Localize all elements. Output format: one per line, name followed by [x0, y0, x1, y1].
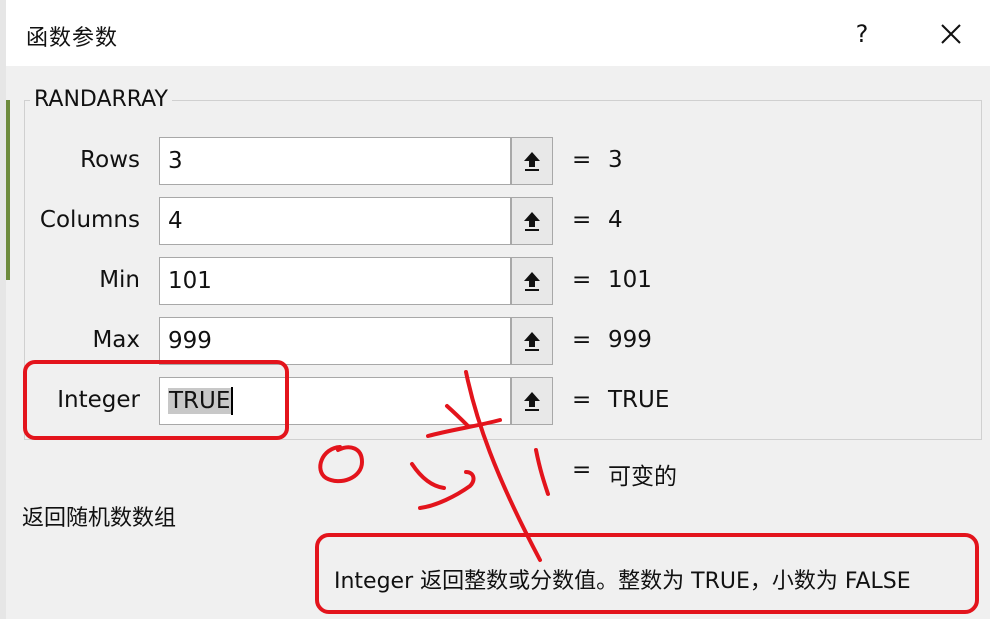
min-input[interactable]: 101: [159, 257, 511, 305]
min-input-value: 101: [168, 268, 212, 294]
function-description: 返回随机数数组: [22, 506, 177, 531]
columns-result: 4: [608, 207, 623, 233]
columns-input-value: 4: [168, 208, 183, 234]
rows-collapse-button[interactable]: [511, 137, 553, 185]
collapse-arrow-icon: [524, 272, 540, 291]
collapse-arrow-icon: [524, 212, 540, 231]
collapse-arrow-icon: [524, 392, 540, 411]
collapse-arrow-icon: [524, 332, 540, 351]
dialog-title: 函数参数: [26, 26, 119, 51]
rows-result: 3: [608, 147, 623, 173]
argument-help-text: Integer 返回整数或分数值。整数为 TRUE，小数为 FALSE: [334, 569, 911, 594]
columns-collapse-button[interactable]: [511, 197, 553, 245]
function-name: RANDARRAY: [30, 87, 172, 112]
rows-input[interactable]: 3: [159, 137, 511, 185]
columns-equals: =: [572, 207, 592, 233]
close-icon: [941, 24, 961, 44]
arg-label-rows: Rows: [80, 147, 140, 173]
integer-collapse-button[interactable]: [511, 377, 553, 425]
formula-result: 可变的: [608, 464, 677, 490]
arg-label-min: Min: [99, 267, 140, 293]
title-bar: 函数参数 ?: [6, 0, 990, 66]
min-collapse-button[interactable]: [511, 257, 553, 305]
integer-result: TRUE: [608, 387, 670, 413]
max-input[interactable]: 999: [159, 317, 511, 365]
integer-input[interactable]: TRUE: [159, 377, 511, 425]
max-input-value: 999: [168, 328, 212, 354]
integer-equals: =: [572, 387, 592, 413]
close-button[interactable]: [928, 14, 974, 54]
arg-label-columns: Columns: [39, 207, 140, 233]
arg-label-max: Max: [92, 327, 140, 353]
formula-result-equals: =: [572, 457, 592, 483]
min-equals: =: [572, 267, 592, 293]
rows-input-value: 3: [168, 148, 183, 174]
text-caret: [231, 387, 234, 415]
rows-equals: =: [572, 147, 592, 173]
max-equals: =: [572, 327, 592, 353]
function-arguments-dialog: 函数参数 ? RANDARRAY Rows 3 = 3 Columns 4 = …: [0, 0, 990, 619]
max-collapse-button[interactable]: [511, 317, 553, 365]
columns-input[interactable]: 4: [159, 197, 511, 245]
min-result: 101: [608, 267, 652, 293]
integer-input-value: TRUE: [168, 388, 232, 414]
collapse-arrow-icon: [524, 152, 540, 171]
help-button[interactable]: ?: [842, 14, 882, 54]
arg-label-integer: Integer: [57, 387, 140, 413]
background-window-strip: [6, 100, 10, 280]
max-result: 999: [608, 327, 652, 353]
